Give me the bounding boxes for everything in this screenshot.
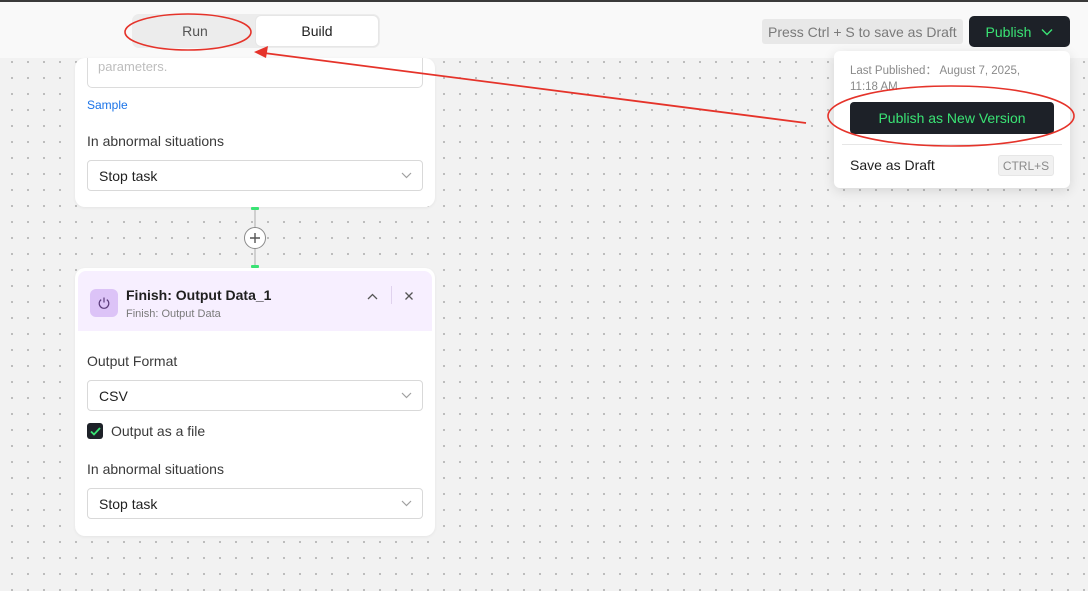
sample-link[interactable]: Sample [87,98,128,112]
abnormal-select[interactable]: Stop task [87,488,423,519]
abnormal-label: In abnormal situations [87,461,224,477]
close-button[interactable] [401,288,417,304]
chevron-down-icon [401,500,412,507]
save-hint: Press Ctrl + S to save as Draft [762,19,963,44]
chevron-down-icon [401,392,412,399]
publish-button-label: Publish [985,23,1032,40]
publish-dropdown: Last Published： August 7, 2025, 11:18 AM… [834,51,1070,188]
output-file-label[interactable]: Output as a file [111,423,205,439]
plus-icon [250,233,260,243]
tab-build[interactable]: Build [256,16,378,46]
output-format-label: Output Format [87,353,178,369]
node-subtitle: Finish: Output Data [126,308,221,320]
output-file-checkbox[interactable] [87,423,103,439]
parameters-textarea[interactable]: parameters. [87,58,423,88]
menu-divider [842,144,1062,145]
node-card-finish-output: Finish: Output Data_1 Finish: Output Dat… [75,268,435,536]
close-icon [405,292,413,300]
abnormal-label: In abnormal situations [87,133,224,149]
output-format-value: CSV [99,387,128,404]
collapse-button[interactable] [364,288,380,304]
last-published-text: Last Published： August 7, 2025, 11:18 AM [850,65,1021,93]
header-divider [391,286,392,304]
top-bar: Run Build Press Ctrl + S to save as Draf… [0,0,1088,58]
abnormal-select[interactable]: Stop task [87,160,423,191]
connector-handle-top[interactable] [251,207,259,210]
chevron-up-icon [367,293,377,299]
node-title: Finish: Output Data_1 [126,287,272,303]
abnormal-select-value: Stop task [99,167,158,184]
abnormal-select-value: Stop task [99,495,158,512]
chevron-down-icon [1041,28,1053,35]
output-format-select[interactable]: CSV [87,380,423,411]
publish-new-version-button[interactable]: Publish as New Version [850,102,1054,134]
publish-button[interactable]: Publish [969,16,1070,47]
chevron-down-icon [401,172,412,179]
tab-run[interactable]: Run [134,16,256,46]
add-node-button[interactable] [244,227,266,249]
power-icon [90,289,118,317]
mode-tabs: Run Build [132,14,380,48]
shortcut-badge: CTRL+S [998,155,1054,176]
node-header[interactable]: Finish: Output Data_1 Finish: Output Dat… [78,271,432,331]
check-icon [89,426,101,436]
node-card-previous: parameters. Sample In abnormal situation… [75,58,435,207]
save-as-draft-item[interactable]: Save as Draft [850,157,935,173]
